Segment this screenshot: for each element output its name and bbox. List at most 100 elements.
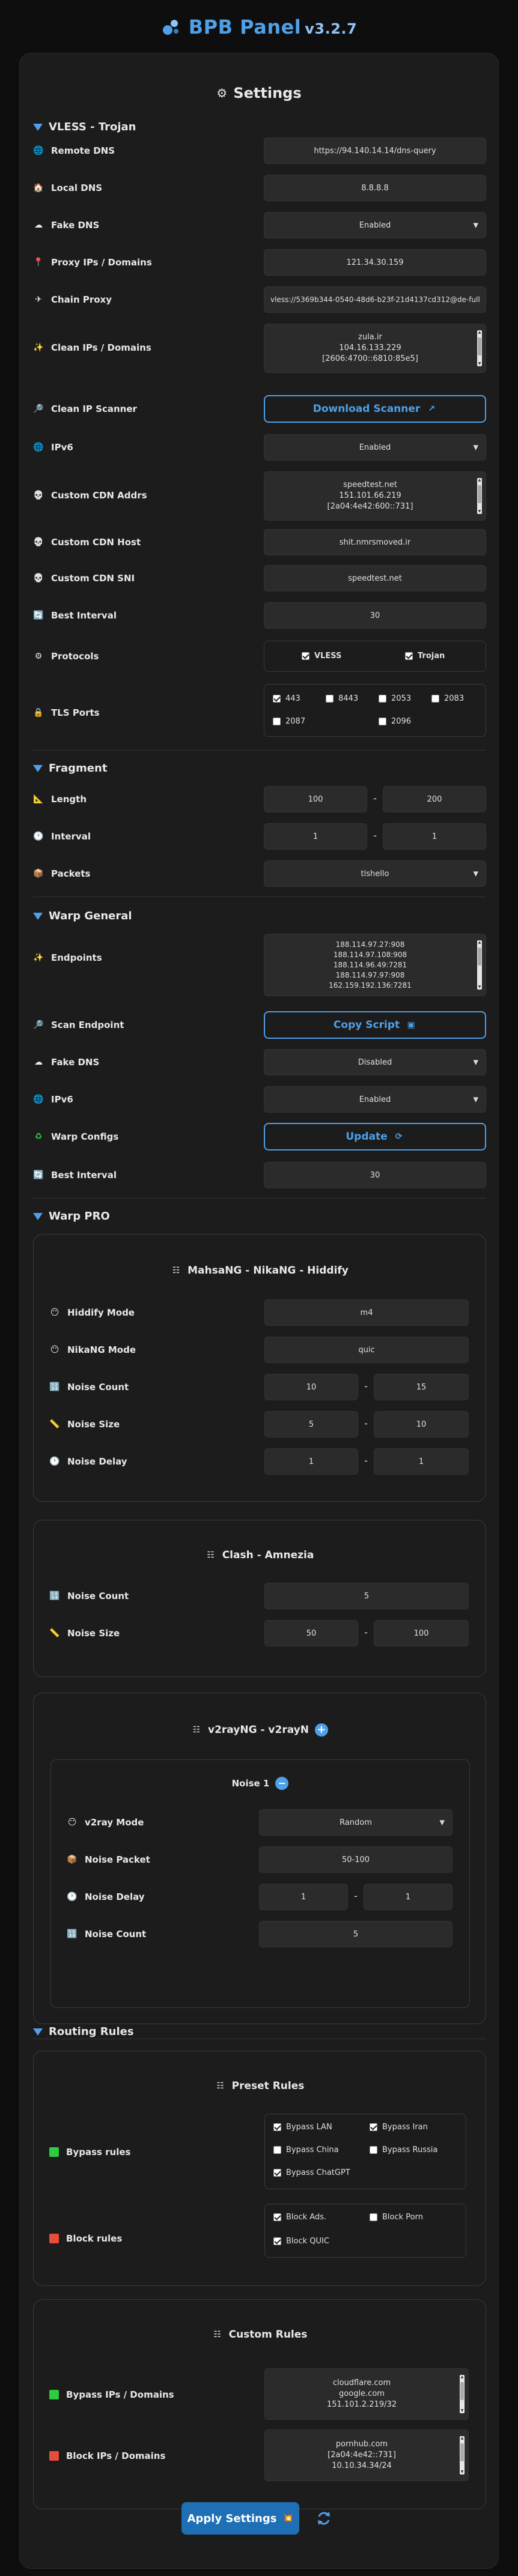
warp-best-interval-input[interactable]: 30 bbox=[264, 1162, 486, 1188]
clash-noise-size-min-input[interactable]: 50 bbox=[264, 1620, 358, 1646]
port-2053-checkbox[interactable]: 2053 bbox=[379, 694, 411, 703]
scroll-thumb[interactable] bbox=[460, 2443, 464, 2461]
port-443-checkbox[interactable]: 443 bbox=[273, 694, 300, 703]
nikang-mode-input[interactable]: quic bbox=[264, 1337, 469, 1363]
proxy-ips-input[interactable]: 121.34.30.159 bbox=[264, 249, 486, 276]
checkbox[interactable] bbox=[431, 695, 439, 703]
reset-settings-icon[interactable] bbox=[314, 2508, 334, 2529]
bypass-lan-checkbox[interactable]: Bypass LAN bbox=[273, 2123, 332, 2132]
protocol-vless-checkbox[interactable]: VLESS bbox=[302, 652, 341, 661]
app-header: BPB Panel v3.2.7 bbox=[0, 0, 518, 54]
local-dns-input[interactable]: 8.8.8.8 bbox=[264, 175, 486, 201]
fake-dns-select[interactable]: Enabled ▼ bbox=[264, 212, 486, 238]
hiddify-mode-input[interactable]: m4 bbox=[264, 1299, 469, 1326]
length-max-input[interactable]: 200 bbox=[383, 786, 486, 812]
clash-noise-count-input[interactable]: 5 bbox=[264, 1583, 469, 1609]
section-warp-general[interactable]: Warp General bbox=[33, 910, 132, 922]
checkbox[interactable] bbox=[370, 2213, 377, 2221]
cloud-icon: ☁ bbox=[34, 220, 43, 230]
hiddify-noise-size-min-input[interactable]: 5 bbox=[264, 1411, 358, 1438]
sliders-icon: ☷ bbox=[213, 2330, 221, 2339]
interval-min-input[interactable]: 1 bbox=[264, 823, 367, 850]
checkbox[interactable] bbox=[379, 695, 386, 703]
hiddify-noise-delay-min-input[interactable]: 1 bbox=[264, 1448, 358, 1475]
best-interval-input[interactable]: 30 bbox=[264, 602, 486, 629]
warp-ipv6-select[interactable]: Enabled ▼ bbox=[264, 1086, 486, 1113]
chain-proxy-input[interactable]: vless://5369b344-0540-48d6-b23f-21d4137c… bbox=[264, 286, 486, 313]
checkbox[interactable] bbox=[273, 2169, 281, 2177]
block-quic-checkbox[interactable]: Block QUIC bbox=[273, 2237, 329, 2246]
custom-cdn-addrs-textarea[interactable]: speedtest.net 151.101.66.219 [2a04:4e42:… bbox=[264, 471, 486, 521]
scroll-thumb[interactable] bbox=[478, 485, 481, 503]
scrollbar[interactable]: ▲ ▼ bbox=[477, 940, 482, 990]
custom-cdn-host-input[interactable]: shit.nmrsmoved.ir bbox=[264, 529, 486, 555]
add-noise-button[interactable]: + bbox=[314, 1723, 328, 1737]
endpoints-textarea[interactable]: 188.114.97.27:908 188.114.97.108:908 188… bbox=[264, 934, 486, 996]
checkbox[interactable] bbox=[379, 718, 386, 725]
v2ray-noise-delay-min-input[interactable]: 1 bbox=[259, 1884, 348, 1910]
scroll-thumb[interactable] bbox=[478, 948, 481, 966]
checkbox[interactable] bbox=[273, 695, 281, 703]
section-vless-trojan[interactable]: VLESS - Trojan bbox=[33, 121, 136, 133]
clean-ips-textarea[interactable]: zula.ir 104.16.133.229 [2606:4700::6810:… bbox=[264, 324, 486, 373]
scrollbar[interactable]: ▲ ▼ bbox=[460, 2436, 465, 2475]
checkbox[interactable] bbox=[302, 652, 309, 660]
block-porn-checkbox[interactable]: Block Porn bbox=[370, 2213, 423, 2222]
block-ips-textarea[interactable]: pornhub.com [2a04:4e42::731] 10.10.34.34… bbox=[264, 2429, 469, 2481]
custom-cdn-sni-input[interactable]: speedtest.net bbox=[264, 565, 486, 591]
remote-dns-input[interactable]: https://94.140.14.14/dns-query bbox=[264, 138, 486, 164]
scrollbar[interactable]: ▲ ▼ bbox=[477, 478, 482, 514]
port-2096-checkbox[interactable]: 2096 bbox=[379, 717, 411, 726]
checkbox[interactable] bbox=[405, 652, 413, 660]
recycle-icon: ♻ bbox=[34, 1132, 43, 1141]
port-8443-checkbox[interactable]: 8443 bbox=[326, 694, 358, 703]
noise-packet-input[interactable]: 50-100 bbox=[259, 1846, 452, 1873]
port-2083-checkbox[interactable]: 2083 bbox=[431, 694, 464, 703]
length-min-input[interactable]: 100 bbox=[264, 786, 367, 812]
section-routing-rules[interactable]: Routing Rules bbox=[33, 2025, 134, 2038]
interval-max-input[interactable]: 1 bbox=[383, 823, 486, 850]
bypass-russia-checkbox[interactable]: Bypass Russia bbox=[370, 2145, 437, 2154]
remove-noise-button[interactable]: − bbox=[275, 1777, 289, 1790]
checkbox[interactable] bbox=[273, 2213, 281, 2221]
apply-settings-button[interactable]: Apply Settings 💥 bbox=[181, 2502, 299, 2535]
bypass-ips-textarea[interactable]: cloudflare.com google.com 151.101.2.219/… bbox=[264, 2368, 469, 2420]
warp-fake-dns-select[interactable]: Disabled ▼ bbox=[264, 1049, 486, 1075]
protocol-trojan-checkbox[interactable]: Trojan bbox=[405, 652, 445, 661]
checkbox[interactable] bbox=[370, 2123, 377, 2131]
block-ads-checkbox[interactable]: Block Ads. bbox=[273, 2213, 326, 2222]
bypass-iran-checkbox[interactable]: Bypass Iran bbox=[370, 2123, 428, 2132]
bypass-chatgpt-checkbox[interactable]: Bypass ChatGPT bbox=[273, 2168, 350, 2177]
packets-select[interactable]: tlshello ▼ bbox=[264, 860, 486, 887]
hiddify-noise-count-max-input[interactable]: 15 bbox=[374, 1374, 469, 1400]
v2ray-mode-select[interactable]: Random ▼ bbox=[259, 1809, 452, 1836]
section-warp-pro[interactable]: Warp PRO bbox=[33, 1210, 110, 1223]
checkbox[interactable] bbox=[326, 695, 334, 703]
download-scanner-button[interactable]: Download Scanner ↗ bbox=[264, 395, 486, 423]
scroll-thumb[interactable] bbox=[478, 337, 481, 355]
hiddify-noise-size-max-input[interactable]: 10 bbox=[374, 1411, 469, 1438]
checkbox[interactable] bbox=[273, 718, 281, 725]
checkbox[interactable] bbox=[273, 2123, 281, 2131]
bypass-china-checkbox[interactable]: Bypass China bbox=[273, 2145, 339, 2154]
checkbox[interactable] bbox=[273, 2237, 281, 2245]
hiddify-noise-delay-max-input[interactable]: 1 bbox=[374, 1448, 469, 1475]
clash-noise-size-label: 📏 Noise Size bbox=[49, 1628, 120, 1639]
sliders-icon: ☷ bbox=[172, 1266, 180, 1275]
counter-icon: 🔢 bbox=[49, 1591, 60, 1601]
checkbox[interactable] bbox=[370, 2146, 377, 2154]
hiddify-noise-count-min-input[interactable]: 10 bbox=[264, 1374, 358, 1400]
port-2087-checkbox[interactable]: 2087 bbox=[273, 717, 305, 726]
copy-script-button[interactable]: Copy Script ▣ bbox=[264, 1011, 486, 1039]
section-fragment[interactable]: Fragment bbox=[33, 762, 107, 775]
ipv6-select[interactable]: Enabled ▼ bbox=[264, 434, 486, 461]
scroll-thumb[interactable] bbox=[460, 2382, 464, 2400]
update-warp-configs-button[interactable]: Update ⟳ bbox=[264, 1123, 486, 1150]
scrollbar[interactable]: ▲ ▼ bbox=[477, 330, 482, 366]
v2ray-noise-count-input[interactable]: 5 bbox=[259, 1921, 452, 1947]
scrollbar[interactable]: ▲ ▼ bbox=[460, 2375, 465, 2413]
checkbox[interactable] bbox=[273, 2146, 281, 2154]
v2ray-noise-delay-max-input[interactable]: 1 bbox=[364, 1884, 452, 1910]
settings-heading: ⚙ Settings bbox=[216, 85, 302, 101]
clash-noise-size-max-input[interactable]: 100 bbox=[374, 1620, 469, 1646]
